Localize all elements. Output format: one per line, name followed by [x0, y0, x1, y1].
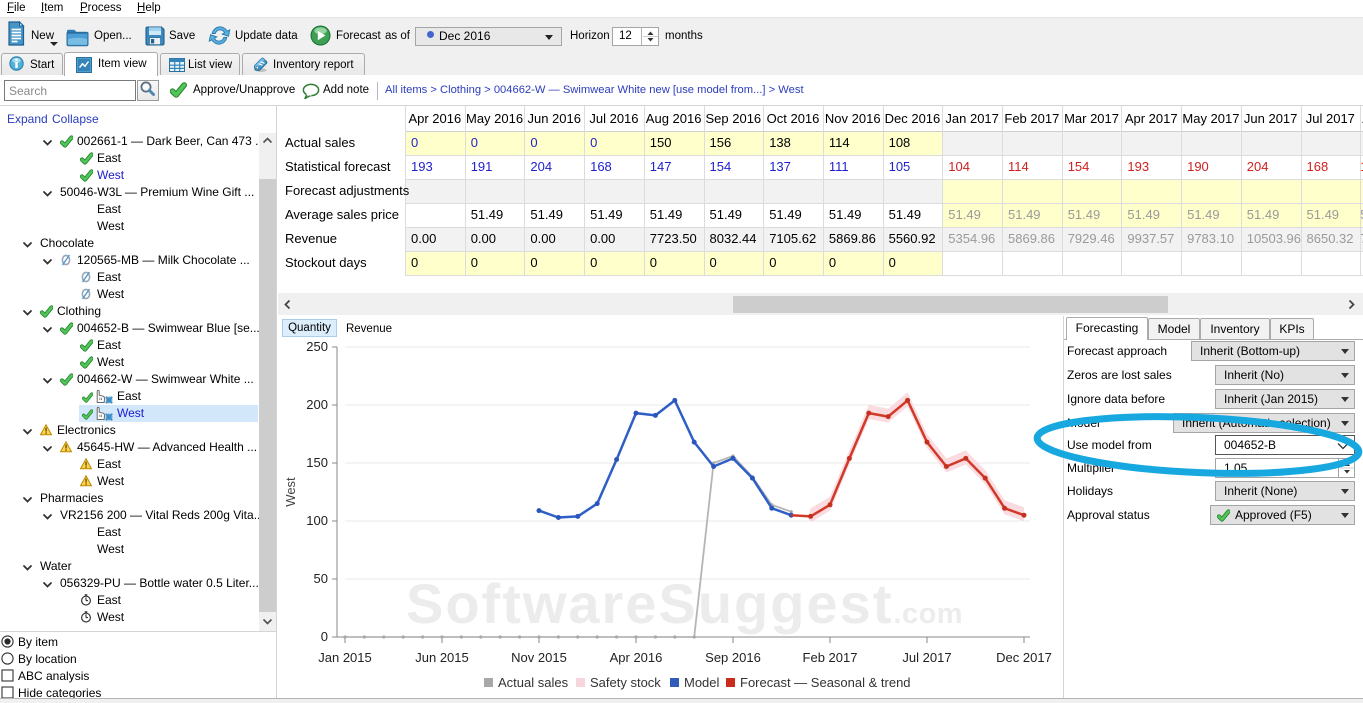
- svg-text:Actual sales: Actual sales: [498, 675, 569, 690]
- svg-text:West: West: [283, 477, 298, 507]
- svg-text:250: 250: [306, 339, 328, 354]
- svg-text:200: 200: [306, 397, 328, 412]
- svg-text:Model: Model: [684, 675, 720, 690]
- svg-text:Jun 2015: Jun 2015: [415, 650, 469, 665]
- svg-text:Nov 2015: Nov 2015: [511, 650, 567, 665]
- svg-text:50: 50: [314, 571, 328, 586]
- svg-text:Apr 2016: Apr 2016: [610, 650, 663, 665]
- svg-text:Safety stock: Safety stock: [590, 675, 661, 690]
- svg-text:Sep 2016: Sep 2016: [705, 650, 761, 665]
- svg-text:Feb 2017: Feb 2017: [803, 650, 858, 665]
- svg-text:Jan 2015: Jan 2015: [318, 650, 372, 665]
- svg-text:Forecast — Seasonal & trend: Forecast — Seasonal & trend: [740, 675, 911, 690]
- svg-text:150: 150: [306, 455, 328, 470]
- svg-text:Jul 2017: Jul 2017: [902, 650, 951, 665]
- svg-text:Dec 2017: Dec 2017: [996, 650, 1052, 665]
- svg-text:100: 100: [306, 513, 328, 528]
- svg-text:0: 0: [321, 629, 328, 644]
